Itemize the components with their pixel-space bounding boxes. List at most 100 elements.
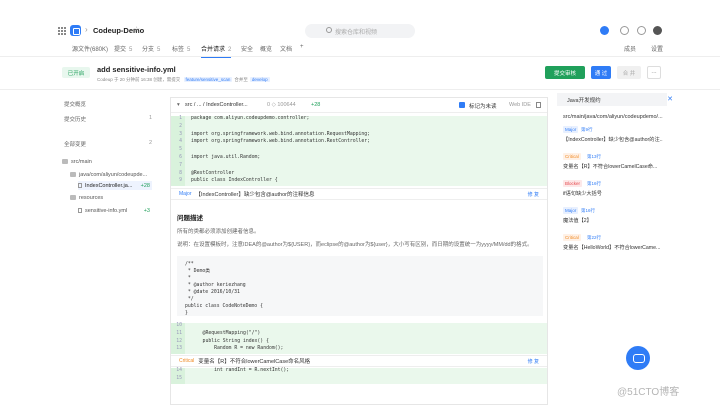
tab-label: 概览 — [260, 47, 273, 53]
tree-item[interactable]: sensitive-info.yml +3 — [78, 206, 152, 215]
line-number: 15 — [171, 375, 185, 384]
added-lines: +28 — [311, 102, 321, 108]
tab-item[interactable]: + — [300, 44, 304, 50]
issue-paragraph: 所有的类都必须添加创建者信息。 — [177, 229, 260, 235]
web-ide-link[interactable]: Web IDE — [509, 102, 531, 108]
mark-read-label: 标记为未读 — [469, 104, 497, 110]
apps-grid-icon[interactable] — [58, 27, 66, 35]
notification-icon[interactable] — [600, 26, 609, 35]
repo-tabs: 源文件(680K) 提交 5 分支 5 标签 5 合并请求 2 安全 概览 文档 + 成员 设置 — [0, 42, 720, 58]
rule-panel-header: Java开发规约 ✕ — [557, 93, 673, 106]
members-link[interactable]: 成员 — [624, 44, 636, 53]
rule-message[interactable]: 【IndexController】缺少包含@author的注... — [563, 136, 663, 143]
tree-item[interactable]: IndexController.ja... +28 — [78, 181, 152, 190]
code-line: 4 import org.springframework.web.bind.ann… — [171, 139, 547, 148]
code-line: 14 int randInt = R.nextInt(); — [171, 368, 547, 376]
source-branch[interactable]: feature/sensitive_scan — [183, 77, 233, 82]
issue-title: 问题描述 — [177, 215, 203, 222]
tab-item[interactable]: 合并请求 2 — [201, 44, 232, 58]
help-icon[interactable] — [637, 26, 646, 35]
codeup-logo-icon[interactable] — [70, 25, 81, 36]
search-placeholder: 搜索仓库和视频 — [335, 29, 378, 36]
line-link[interactable]: 第13行 — [587, 154, 601, 160]
line-link[interactable]: 第22行 — [587, 235, 601, 241]
rule-message[interactable]: 变量名【HelloWorld】不符合lowerCame... — [563, 244, 663, 251]
merge-button[interactable]: 合 并 — [617, 66, 641, 79]
rule-message[interactable]: 变量名【R】不符合lowerCamelCase命... — [563, 163, 663, 170]
changes-count: 2 — [148, 140, 152, 146]
tab-count: 5 — [157, 47, 161, 53]
star-icon[interactable]: ☆ — [133, 25, 140, 34]
avatar[interactable] — [653, 26, 662, 35]
tab-item[interactable]: 分支 5 — [142, 44, 160, 53]
rule-file-path: src/main/java/com/aliyun/codeupdemo/... — [563, 114, 663, 120]
close-icon[interactable]: ✕ — [667, 95, 673, 103]
code-text: import java.util.Random; — [191, 154, 261, 160]
rule-message[interactable]: 魔法值【2】 — [563, 217, 663, 224]
rule-message[interactable]: if语句缺少大括号 — [563, 190, 663, 197]
mr-title: add sensitive-info.yml — [97, 65, 176, 74]
tab-label: 安全 — [241, 47, 254, 53]
line-number: 14 — [171, 368, 185, 376]
tab-label: 分支 — [142, 47, 155, 53]
example-code: /** * Demo类 * * @author keriezhang * @da… — [177, 256, 543, 316]
line-link[interactable]: 第9行 — [581, 127, 593, 133]
commit-overview-link[interactable]: 提交概览 — [64, 100, 86, 108]
tree-item[interactable]: src/main — [62, 157, 152, 166]
code-block: 1 package com.aliyun.codeupdemo.controlle… — [171, 116, 547, 187]
issue-note: 说明：在设置模板时，注意IDEA的@author为${USER}，而eclips… — [177, 242, 533, 248]
tab-item[interactable]: 源文件(680K) — [72, 44, 108, 53]
tab-label: + — [300, 44, 304, 50]
code-line: 2 — [171, 123, 547, 132]
search-input[interactable]: 搜索仓库和视频 — [305, 24, 415, 38]
severity-badge: Critical — [563, 153, 581, 160]
code-line: 13 Random R = new Random(); — [171, 346, 547, 355]
approve-button[interactable]: 通 过 — [591, 66, 611, 79]
severity-badge: Critical — [563, 234, 581, 241]
target-branch[interactable]: develop — [249, 77, 270, 82]
tab-item[interactable]: 文档 — [280, 44, 292, 53]
line-number: 6 — [171, 154, 185, 163]
rule-panel-title: Java开发规约 — [567, 97, 601, 104]
tab-item[interactable]: 安全 — [241, 44, 253, 53]
tree-item[interactable]: resources — [70, 193, 152, 202]
more-button[interactable]: ··· — [647, 66, 661, 79]
tab-item[interactable]: 概览 — [260, 44, 272, 53]
chevron-right-icon: › — [85, 25, 88, 34]
line-number: 10 — [171, 323, 185, 331]
settings-link[interactable]: 设置 — [651, 44, 663, 53]
collapse-icon[interactable]: ▾ — [177, 102, 180, 108]
line-link[interactable]: 第16行 — [587, 181, 601, 187]
line-number: 2 — [171, 123, 185, 132]
fix-button[interactable]: 修 复 — [528, 191, 539, 198]
tab-item[interactable]: 标签 5 — [172, 44, 190, 53]
file-mode: 0 ◇ 100644 — [267, 102, 296, 108]
commit-history-link[interactable]: 提交历史 — [64, 115, 86, 123]
code-line: 5 — [171, 147, 547, 155]
chat-button[interactable] — [626, 346, 650, 370]
submit-review-button[interactable]: 提交审核 — [545, 66, 585, 79]
fix-button[interactable]: 修 复 — [528, 358, 539, 365]
history-count: 1 — [148, 115, 152, 121]
line-link[interactable]: 第16行 — [581, 208, 595, 214]
line-number: 7 — [171, 162, 185, 171]
line-number: 5 — [171, 147, 185, 155]
file-icon — [78, 183, 82, 188]
tree-label: IndexController.ja... — [85, 182, 133, 189]
code-line: 10 — [171, 323, 547, 331]
tab-count: 5 — [129, 47, 133, 53]
line-number: 1 — [171, 116, 185, 124]
bell-icon[interactable] — [620, 26, 629, 35]
tree-label: src/main — [71, 158, 92, 165]
tab-item[interactable]: 提交 5 — [114, 44, 132, 53]
mark-read-checkbox[interactable] — [459, 102, 465, 108]
added-count: +28 — [140, 182, 150, 189]
copy-icon[interactable] — [536, 102, 541, 108]
line-number: 11 — [171, 330, 185, 339]
folder-icon — [70, 195, 76, 200]
code-text: public class IndexController { — [191, 178, 278, 184]
tab-count: 2 — [228, 47, 232, 53]
tree-item[interactable]: java/com/aliyun/codeupde... — [70, 170, 152, 179]
